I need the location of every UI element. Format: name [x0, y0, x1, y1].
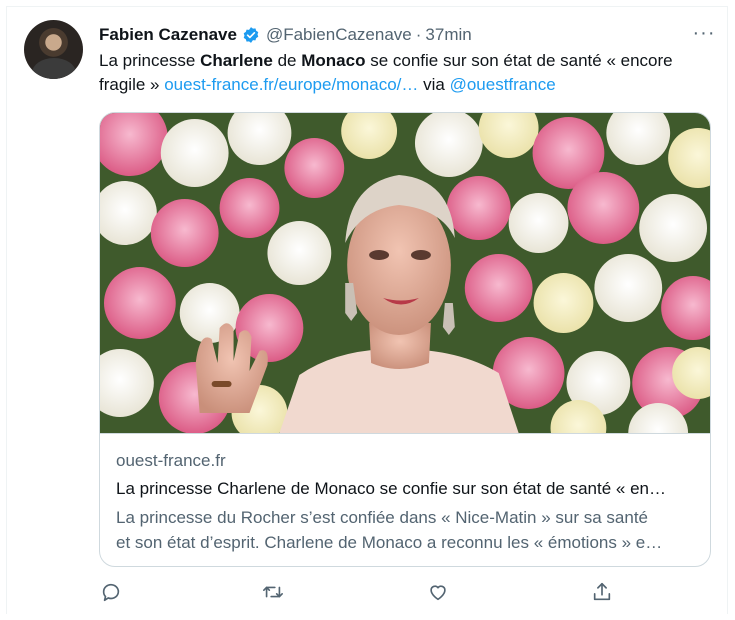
verified-badge-icon	[243, 27, 259, 43]
action-bar	[99, 580, 619, 606]
avatar[interactable]	[24, 20, 83, 79]
mention-link[interactable]: @ouestfrance	[450, 75, 556, 94]
reply-icon	[102, 583, 120, 602]
more-options-button[interactable]: ···	[691, 22, 717, 44]
author-handle[interactable]: @FabienCazenave	[266, 25, 412, 45]
tweet-text-part: via	[418, 75, 450, 94]
tweet-text-bold: Monaco	[301, 51, 366, 70]
card-meta: ouest-france.fr La princesse Charlene de…	[116, 449, 696, 555]
retweet-button[interactable]	[261, 580, 285, 604]
tweet-timestamp[interactable]: 37min	[425, 25, 471, 45]
separator-dot: ·	[415, 25, 422, 44]
link-preview-card[interactable]: ouest-france.fr La princesse Charlene de…	[99, 112, 711, 567]
more-icon: ···	[692, 21, 716, 44]
tweet-text-part: de	[272, 51, 302, 70]
share-icon	[593, 582, 611, 601]
card-title[interactable]: La princesse Charlene de Monaco se confi…	[116, 477, 696, 501]
retweet-icon	[263, 586, 283, 598]
card-description: La princesse du Rocher s’est confiée dan…	[116, 505, 696, 555]
tweet-link[interactable]: ouest-france.fr/europe/monaco/…	[164, 75, 418, 94]
tweet-header: Fabien Cazenave @FabienCazenave · 37min …	[99, 22, 721, 46]
card-description-line: La princesse du Rocher s’est confiée dan…	[116, 508, 648, 527]
author-name[interactable]: Fabien Cazenave	[99, 25, 237, 45]
reply-button[interactable]	[99, 580, 123, 604]
tweet-text-part: La princesse	[99, 51, 201, 70]
share-button[interactable]	[590, 580, 614, 604]
avatar-figure	[32, 58, 76, 79]
tweet-text: La princesse Charlene de Monaco se confi…	[99, 49, 717, 97]
card-domain: ouest-france.fr	[116, 451, 226, 470]
card-image[interactable]	[100, 113, 710, 434]
heart-icon	[430, 585, 446, 601]
tweet-text-bold: Charlene	[200, 51, 273, 70]
card-description-line: et son état d’esprit. Charlene de Monaco…	[116, 533, 663, 552]
like-button[interactable]	[426, 580, 450, 604]
